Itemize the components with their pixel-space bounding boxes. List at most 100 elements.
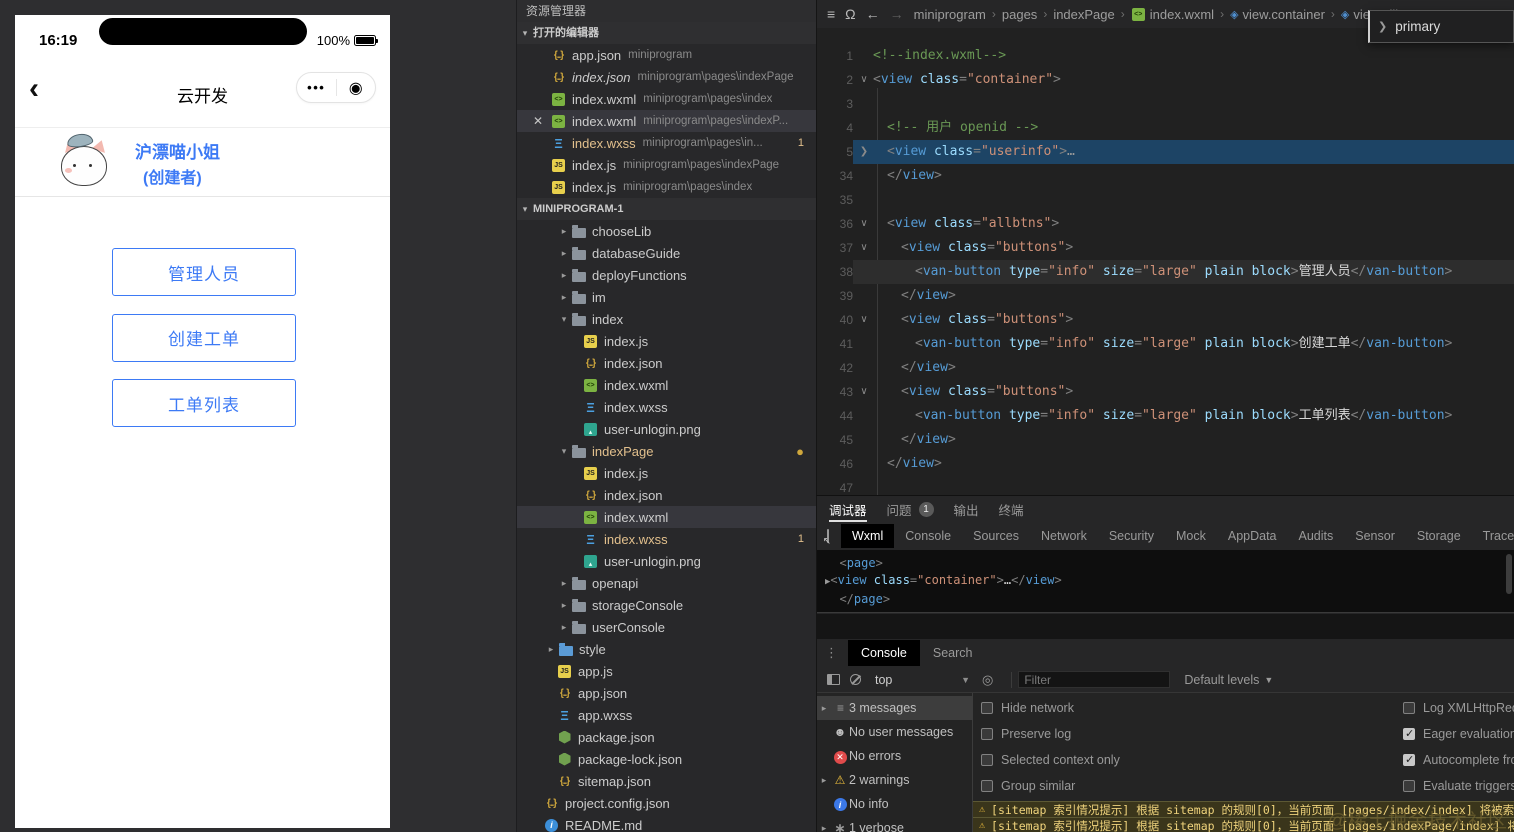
devtools-tab-Sensor[interactable]: Sensor (1344, 524, 1406, 548)
console-tab-Search[interactable]: Search (920, 640, 986, 666)
wxml-node[interactable]: <page> (825, 555, 1514, 572)
bookmark-icon[interactable]: Ω (845, 6, 855, 22)
tree-item-deployFunctions[interactable]: ▸ deployFunctions (517, 264, 816, 286)
console-option-Group-similar[interactable]: Group similar (981, 779, 1075, 793)
code-line-39[interactable]: 39 </view> (817, 284, 1514, 308)
code-line-47[interactable]: 47 (817, 476, 1514, 495)
open-editor-item[interactable]: Ξindex.wxss miniprogram\pages\in... 1 (517, 132, 816, 154)
code-line-41[interactable]: 41 <van-button type="info" size="large" p… (817, 332, 1514, 356)
tree-item-app.json[interactable]: {..} app.json (517, 682, 816, 704)
tree-item-storageConsole[interactable]: ▸ storageConsole (517, 594, 816, 616)
tree-item-im[interactable]: ▸ im (517, 286, 816, 308)
console-option-Evaluate-triggers-u[interactable]: Evaluate triggers u (1403, 779, 1514, 793)
tree-item-app.js[interactable]: JS app.js (517, 660, 816, 682)
open-editor-item[interactable]: {..} app.json miniprogram (517, 44, 816, 66)
tree-item-index.wxml[interactable]: <> index.wxml (517, 506, 816, 528)
tree-item-package.json[interactable]: package.json (517, 726, 816, 748)
devtools-tab-Mock[interactable]: Mock (1165, 524, 1217, 548)
console-tab-Console[interactable]: Console (848, 640, 920, 666)
tree-item-user-unlogin.png[interactable]: ▴ user-unlogin.png (517, 550, 816, 572)
devtools-tab-AppData[interactable]: AppData (1217, 524, 1288, 548)
menu-icon[interactable]: ≡ (827, 6, 835, 22)
console-option-Eager-evaluation[interactable]: Eager evaluation (1403, 727, 1514, 741)
breadcrumb-symbol-popup[interactable]: ❯ primary (1368, 10, 1514, 43)
code-line-36[interactable]: 36 ∨ <view class="allbtns"> (817, 212, 1514, 236)
open-editors-header[interactable]: ▾ 打开的编辑器 (517, 22, 816, 44)
scrollbar[interactable] (1506, 554, 1512, 594)
nav-back-icon[interactable]: ← (866, 6, 880, 22)
code-line-5[interactable]: 5 ❯ <view class="userinfo">… (817, 140, 1514, 164)
live-expression-icon[interactable]: ◎ (982, 672, 993, 688)
wxml-node[interactable]: </page> (825, 591, 1514, 608)
code-line-46[interactable]: 46 </view> (817, 452, 1514, 476)
tree-item-openapi[interactable]: ▸ openapi (517, 572, 816, 594)
console-option-Preserve-log[interactable]: Preserve log (981, 727, 1071, 741)
console-option-Log-XMLHttpRequ[interactable]: Log XMLHttpRequ (1403, 701, 1514, 715)
console-filter-1-verbose[interactable]: ▸ ∗ 1 verbose (817, 816, 973, 832)
console-option-Selected-context-only[interactable]: Selected context only (981, 753, 1120, 767)
code-line-2[interactable]: 2 ∨ <view class="container"> (817, 68, 1514, 92)
code-line-42[interactable]: 42 </view> (817, 356, 1514, 380)
mini-button-工单列表[interactable]: 工单列表 (112, 379, 296, 427)
tree-item-app.wxss[interactable]: Ξapp.wxss (517, 704, 816, 726)
wxml-node[interactable]: ▶<view class="container">…</view> (825, 572, 1514, 591)
open-editor-item[interactable]: JS index.js miniprogram\pages\indexPage (517, 154, 816, 176)
tree-item-style[interactable]: ▸ style (517, 638, 816, 660)
debugger-tab-输出[interactable]: 输出 (954, 496, 979, 522)
more-menu-button[interactable]: ••• (297, 80, 336, 95)
console-filter-No-info[interactable]: i No info (817, 792, 973, 816)
breadcrumb-item-indexPage[interactable]: indexPage (1053, 7, 1114, 22)
mini-button-创建工单[interactable]: 创建工单 (112, 313, 296, 362)
code-line-43[interactable]: 43 ∨ <view class="buttons"> (817, 380, 1514, 404)
breadcrumb-item-miniprogram[interactable]: miniprogram (914, 7, 986, 22)
tree-item-index[interactable]: ▾ index (517, 308, 816, 330)
kebab-menu-icon[interactable]: ⋮ (825, 645, 838, 661)
log-levels-dropdown[interactable]: Default levels ▼ (1184, 673, 1273, 687)
open-editor-item[interactable]: {..} index.json miniprogram\pages\indexPag… (517, 66, 816, 88)
devtools-tab-Sources[interactable]: Sources (962, 524, 1030, 548)
console-filter-3-messages[interactable]: ▸ ≡ 3 messages (817, 696, 973, 720)
code-line-3[interactable]: 3 (817, 92, 1514, 116)
console-option-Hide-network[interactable]: Hide network (981, 701, 1074, 715)
console-warning-row[interactable]: ⚠ [sitemap 索引情况提示] 根据 sitemap 的规则[0]，当前页面… (973, 801, 1514, 817)
tree-item-user-unlogin.png[interactable]: ▴ user-unlogin.png (517, 418, 816, 440)
console-warning-row[interactable]: ⚠ [sitemap 索引情况提示] 根据 sitemap 的规则[0]，当前页面… (973, 817, 1514, 832)
clear-console-icon[interactable] (850, 674, 861, 685)
console-filter-2-warnings[interactable]: ▸ ⚠ 2 warnings (817, 768, 973, 792)
code-line-1[interactable]: 1 <!--index.wxml--> (817, 44, 1514, 68)
console-filter-No-user-messages[interactable]: ☻ No user messages (817, 720, 973, 744)
open-editor-item[interactable]: <> index.wxml miniprogram\pages\index (517, 88, 816, 110)
code-line-44[interactable]: 44 <van-button type="info" size="large" p… (817, 404, 1514, 428)
devtools-tab-Console[interactable]: Console (894, 524, 962, 548)
tree-item-package-lock.json[interactable]: package-lock.json (517, 748, 816, 770)
open-editor-item[interactable]: JS index.js miniprogram\pages\index (517, 176, 816, 198)
tree-item-index.wxss[interactable]: Ξindex.wxss 1 (517, 528, 816, 550)
nav-forward-icon[interactable]: → (890, 6, 904, 22)
devtools-tab-Network[interactable]: Network (1030, 524, 1098, 548)
tree-item-index.js[interactable]: JS index.js (517, 462, 816, 484)
breadcrumb-item-view.container[interactable]: ◈ view.container (1230, 7, 1325, 22)
project-root-header[interactable]: ▾ MINIPROGRAM-1 (517, 198, 816, 220)
inspect-element-icon[interactable] (823, 529, 831, 547)
breadcrumb-item-pages[interactable]: pages (1002, 7, 1037, 22)
popup-item-primary[interactable]: primary (1395, 19, 1440, 34)
code-line-40[interactable]: 40 ∨ <view class="buttons"> (817, 308, 1514, 332)
tree-item-index.wxss[interactable]: Ξindex.wxss (517, 396, 816, 418)
debugger-tab-问题[interactable]: 问题 1 (887, 496, 934, 522)
tree-item-index.wxml[interactable]: <> index.wxml (517, 374, 816, 396)
devtools-tab-Storage[interactable]: Storage (1406, 524, 1472, 548)
sidebar-toggle-icon[interactable] (827, 674, 840, 685)
filter-input[interactable] (1018, 671, 1171, 688)
code-line-34[interactable]: 34 </view> (817, 164, 1514, 188)
tree-item-index.js[interactable]: JS index.js (517, 330, 816, 352)
tree-item-chooseLib[interactable]: ▸ chooseLib (517, 220, 816, 242)
tree-item-index.json[interactable]: {..} index.json (517, 484, 816, 506)
devtools-tab-Security[interactable]: Security (1098, 524, 1165, 548)
tree-item-indexPage[interactable]: ▾ indexPage ● (517, 440, 816, 462)
tree-item-project.config.json[interactable]: {..} project.config.json (517, 792, 816, 814)
devtools-tab-Trace[interactable]: Trace (1472, 524, 1514, 548)
tree-item-databaseGuide[interactable]: ▸ databaseGuide (517, 242, 816, 264)
console-option-Autocomplete-fro[interactable]: Autocomplete fro (1403, 753, 1514, 767)
context-selector[interactable]: top ▼ (875, 673, 970, 687)
tree-item-index.json[interactable]: {..} index.json (517, 352, 816, 374)
